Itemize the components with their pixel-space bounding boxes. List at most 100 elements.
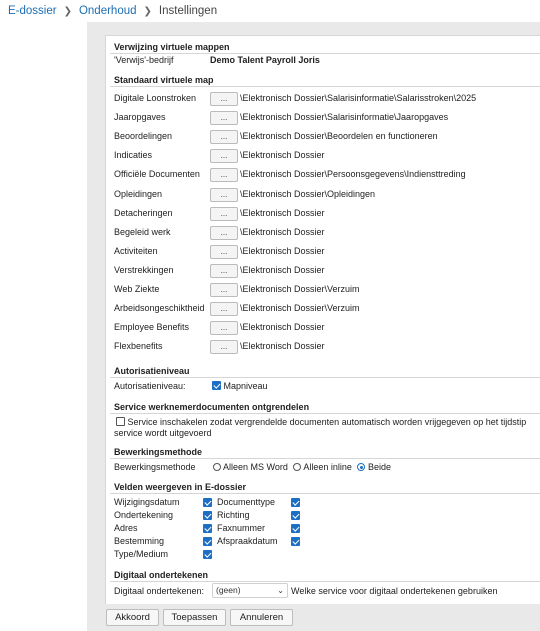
- digitaal-select-value: (geen): [216, 585, 241, 595]
- left-pane: [0, 22, 87, 631]
- bewerkingsmethode-label: Bewerkingsmethode: [114, 462, 196, 472]
- folder-path: \Elektronisch Dossier\Verzuim: [240, 284, 360, 294]
- field-label: Richting: [217, 510, 250, 520]
- folder-label: Activiteiten: [114, 246, 158, 256]
- section-divider: [110, 413, 540, 414]
- folder-path: \Elektronisch Dossier\Persoonsgegevens\I…: [240, 169, 466, 179]
- folder-label: Indicaties: [114, 150, 153, 160]
- field-checkbox[interactable]: [203, 524, 212, 533]
- radio-inline-label: Alleen inline: [303, 462, 352, 472]
- radio-beide-label: Beide: [367, 462, 392, 472]
- folder-path: \Elektronisch Dossier\Salarisinformatie\…: [240, 93, 477, 103]
- radio-ms-word-circle[interactable]: [213, 463, 221, 471]
- browse-folder-button[interactable]: ...: [210, 149, 238, 163]
- chevron-right-icon: ❯: [63, 5, 72, 17]
- digitaal-select[interactable]: (geen) ⌄: [212, 583, 288, 598]
- field-label: Adres: [114, 523, 138, 533]
- section-divider: [110, 458, 540, 459]
- folder-label: Web Ziekte: [114, 284, 160, 294]
- service-line2: service wordt uitgevoerd: [114, 428, 212, 438]
- breadcrumb-onderhoud[interactable]: Onderhoud: [79, 5, 137, 17]
- toepassen-button[interactable]: Toepassen: [163, 609, 226, 626]
- section-title-standaard: Standaard virtuele map: [114, 75, 214, 85]
- browse-folder-button[interactable]: ...: [210, 321, 238, 335]
- field-label: Ondertekening: [114, 510, 174, 520]
- radio-inline-circle[interactable]: [293, 463, 302, 471]
- folder-label: Employee Benefits: [114, 322, 190, 332]
- browse-folder-button[interactable]: ...: [210, 340, 238, 354]
- folder-label: Beoordelingen: [114, 131, 173, 141]
- mapniveau-option[interactable]: Mapniveau: [212, 381, 268, 391]
- section-title-verwijzing: Verwijzing virtuele mappen: [114, 42, 230, 52]
- folder-path: \Elektronisch Dossier\Opleidingen: [240, 189, 376, 199]
- field-checkbox[interactable]: [203, 498, 212, 507]
- mapniveau-checkbox[interactable]: [212, 381, 221, 390]
- radio-beide-circle[interactable]: [357, 463, 366, 471]
- section-title-autorisatie: Autorisatieniveau: [114, 366, 190, 376]
- folder-path: \Elektronisch Dossier: [240, 265, 325, 275]
- folder-path: \Elektronisch Dossier: [240, 246, 325, 256]
- section-title-bewerking: Bewerkingsmethode: [114, 447, 203, 457]
- field-label: Type/Medium: [114, 549, 169, 559]
- browse-folder-button[interactable]: ...: [210, 207, 238, 221]
- field-checkbox[interactable]: [203, 537, 212, 546]
- breadcrumb: E-dossier ❯ Onderhoud ❯ Instellingen: [0, 0, 540, 22]
- folder-label: Flexbenefits: [114, 341, 163, 351]
- field-checkbox[interactable]: [291, 537, 300, 546]
- folder-label: Detacheringen: [114, 208, 173, 218]
- verwijs-bedrijf-value: Demo Talent Payroll Joris: [210, 55, 320, 65]
- field-label: Documenttype: [217, 497, 276, 507]
- autorisatieniveau-label: Autorisatieniveau:: [114, 381, 186, 391]
- breadcrumb-edossier[interactable]: E-dossier: [8, 5, 57, 17]
- field-label: Bestemming: [114, 536, 165, 546]
- folder-path: \Elektronisch Dossier: [240, 322, 325, 332]
- radio-ms-word-label: Alleen MS Word: [223, 462, 288, 472]
- radio-ms-word[interactable]: Alleen MS Word: [213, 462, 288, 472]
- field-checkbox[interactable]: [291, 498, 300, 507]
- breadcrumb-instellingen: Instellingen: [158, 5, 218, 17]
- folder-label: Begeleid werk: [114, 227, 171, 237]
- field-checkbox[interactable]: [203, 511, 212, 520]
- folder-label: Arbeidsongeschiktheid: [114, 303, 205, 313]
- field-checkbox[interactable]: [291, 511, 300, 520]
- browse-folder-button[interactable]: ...: [210, 130, 238, 144]
- folder-path: \Elektronisch Dossier\Beoordelen en func…: [240, 131, 438, 141]
- browse-folder-button[interactable]: ...: [210, 111, 238, 125]
- browse-folder-button[interactable]: ...: [210, 283, 238, 297]
- akkoord-button[interactable]: Akkoord: [106, 609, 159, 626]
- browse-folder-button[interactable]: ...: [210, 264, 238, 278]
- service-checkbox[interactable]: [116, 417, 125, 426]
- section-title-velden: Velden weergeven in E-dossier: [114, 482, 247, 492]
- folder-label: Opleidingen: [114, 189, 163, 199]
- folder-label: Verstrekkingen: [114, 265, 174, 275]
- folder-path: \Elektronisch Dossier: [240, 150, 325, 160]
- browse-folder-button[interactable]: ...: [210, 226, 238, 240]
- section-divider: [110, 581, 540, 582]
- chevron-down-icon: ⌄: [277, 586, 284, 595]
- section-title-digitaal: Digitaal ondertekenen: [114, 570, 209, 580]
- browse-folder-button[interactable]: ...: [210, 188, 238, 202]
- browse-folder-button[interactable]: ...: [210, 302, 238, 316]
- field-checkbox[interactable]: [291, 524, 300, 533]
- field-label: Afspraakdatum: [217, 536, 278, 546]
- folder-path: \Elektronisch Dossier\Salarisinformatie\…: [240, 112, 449, 122]
- browse-folder-button[interactable]: ...: [210, 92, 238, 106]
- browse-folder-button[interactable]: ...: [210, 245, 238, 259]
- folder-path: \Elektronisch Dossier: [240, 208, 325, 218]
- field-checkbox[interactable]: [203, 550, 212, 559]
- folder-label: Jaaropgaves: [114, 112, 166, 122]
- mapniveau-label: Mapniveau: [223, 381, 268, 391]
- radio-beide[interactable]: Beide: [357, 462, 391, 472]
- section-divider: [110, 493, 540, 494]
- section-title-service: Service werknemerdocumenten ontgrendelen: [114, 402, 310, 412]
- service-option[interactable]: Service inschakelen zodat vergrendelde d…: [116, 417, 526, 427]
- folder-path: \Elektronisch Dossier\Verzuim: [240, 303, 360, 313]
- section-divider: [110, 53, 540, 54]
- annuleren-button[interactable]: Annuleren: [230, 609, 293, 626]
- chevron-right-icon: ❯: [143, 5, 152, 17]
- radio-inline[interactable]: Alleen inline: [293, 462, 352, 472]
- browse-folder-button[interactable]: ...: [210, 168, 238, 182]
- bewerking-options: Alleen MS Word Alleen inline Beide: [213, 462, 391, 472]
- folder-label: Digitale Loonstroken: [114, 93, 197, 103]
- folder-path: \Elektronisch Dossier: [240, 227, 325, 237]
